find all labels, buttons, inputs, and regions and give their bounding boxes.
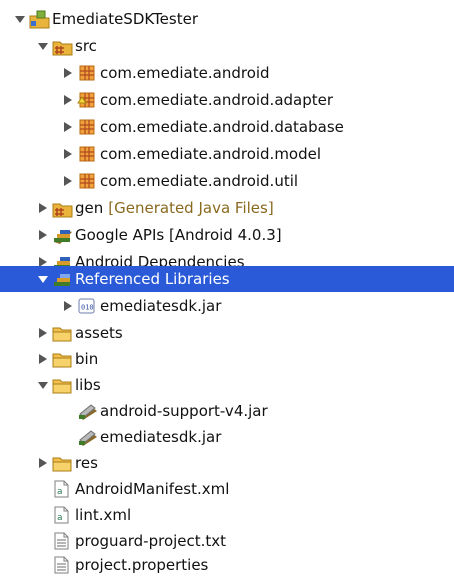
tree-item-file[interactable]: a lint.xml [0, 502, 454, 528]
tree-item-package[interactable]: com.emediate.android.adapter [0, 87, 454, 113]
collapsed-arrow-icon[interactable] [62, 300, 74, 312]
source-folder-icon [52, 199, 73, 218]
tree-item-google-apis[interactable]: Google APIs [Android 4.0.3] [0, 222, 454, 248]
tree-item-file[interactable]: project.properties [0, 552, 454, 578]
assets-label: assets [75, 324, 123, 342]
library-container-icon [52, 226, 72, 244]
collapsed-arrow-icon[interactable] [62, 148, 74, 160]
collapsed-arrow-icon[interactable] [62, 175, 74, 187]
jar-file-label: android-support-v4.jar [100, 402, 268, 420]
svg-text:a: a [57, 487, 63, 497]
referenced-jar-label: emediatesdk.jar [100, 297, 222, 315]
package-icon [77, 64, 97, 82]
tree-item-project[interactable]: EmediateSDKTester [0, 6, 454, 32]
collapsed-arrow-icon[interactable] [37, 457, 49, 469]
tree-item-res[interactable]: res [0, 450, 454, 476]
tree-item-package[interactable]: com.emediate.android [0, 60, 454, 86]
tree-item-jar-file[interactable]: android-support-v4.jar [0, 398, 454, 424]
expanded-arrow-icon[interactable] [37, 273, 49, 285]
package-label: com.emediate.android.database [100, 118, 344, 136]
tree-item-referenced-libraries[interactable]: Referenced Libraries [0, 266, 454, 292]
collapsed-arrow-icon[interactable] [37, 202, 49, 214]
gen-label: gen [75, 199, 104, 217]
file-label: project.properties [75, 556, 209, 574]
jar-file-icon [77, 402, 97, 420]
google-apis-label: Google APIs [Android 4.0.3] [75, 226, 282, 244]
package-label: com.emediate.android.adapter [100, 91, 334, 109]
tree-item-package[interactable]: com.emediate.android.util [0, 168, 454, 194]
xml-file-icon: a [52, 506, 72, 524]
package-warning-icon [77, 91, 97, 109]
folder-icon [52, 376, 72, 394]
folder-icon [52, 324, 72, 342]
svg-text:a: a [57, 513, 63, 523]
folder-icon [52, 454, 72, 472]
bin-label: bin [75, 350, 99, 368]
android-project-icon [29, 10, 50, 29]
tree-item-package[interactable]: com.emediate.android.database [0, 114, 454, 140]
jar-file-label: emediatesdk.jar [100, 428, 222, 446]
collapsed-arrow-icon[interactable] [62, 94, 74, 106]
package-icon [77, 145, 97, 163]
package-label: com.emediate.android [100, 64, 270, 82]
src-label: src [75, 37, 97, 55]
tree-item-package[interactable]: com.emediate.android.model [0, 141, 454, 167]
file-label: AndroidManifest.xml [75, 480, 230, 498]
folder-icon [52, 350, 72, 368]
file-label: proguard-project.txt [75, 532, 227, 550]
collapsed-arrow-icon[interactable] [62, 67, 74, 79]
collapsed-arrow-icon[interactable] [62, 121, 74, 133]
tree-item-file[interactable]: proguard-project.txt [0, 528, 454, 554]
res-label: res [75, 454, 98, 472]
jar-file-icon [77, 428, 97, 446]
package-label: com.emediate.android.model [100, 145, 322, 163]
library-container-icon [52, 270, 72, 288]
svg-text:010: 010 [81, 304, 94, 312]
text-file-icon [52, 556, 72, 574]
binary-jar-icon: 010 [77, 297, 97, 315]
tree-item-assets[interactable]: assets [0, 320, 454, 346]
expanded-arrow-icon[interactable] [37, 40, 49, 52]
gen-decoration-label: [Generated Java Files] [108, 199, 274, 217]
tree-item-gen[interactable]: gen [Generated Java Files] [0, 195, 454, 221]
tree-item-referenced-jar[interactable]: 010 emediatesdk.jar [0, 293, 454, 319]
collapsed-arrow-icon[interactable] [37, 229, 49, 241]
xml-file-icon: a [52, 480, 72, 498]
source-folder-icon [52, 37, 73, 56]
text-file-icon [52, 532, 72, 550]
package-icon [77, 172, 97, 190]
tree-item-libs[interactable]: libs [0, 372, 454, 398]
tree-item-src[interactable]: src [0, 33, 454, 59]
collapsed-arrow-icon[interactable] [37, 327, 49, 339]
expanded-arrow-icon[interactable] [37, 379, 49, 391]
tree-item-bin[interactable]: bin [0, 346, 454, 372]
package-icon [77, 118, 97, 136]
project-label: EmediateSDKTester [52, 10, 198, 28]
expanded-arrow-icon[interactable] [14, 13, 26, 25]
collapsed-arrow-icon[interactable] [37, 353, 49, 365]
tree-item-jar-file[interactable]: emediatesdk.jar [0, 424, 454, 450]
tree-item-file[interactable]: a AndroidManifest.xml [0, 476, 454, 502]
referenced-libraries-label: Referenced Libraries [75, 270, 230, 288]
libs-label: libs [75, 376, 101, 394]
file-label: lint.xml [75, 506, 132, 524]
package-label: com.emediate.android.util [100, 172, 299, 190]
